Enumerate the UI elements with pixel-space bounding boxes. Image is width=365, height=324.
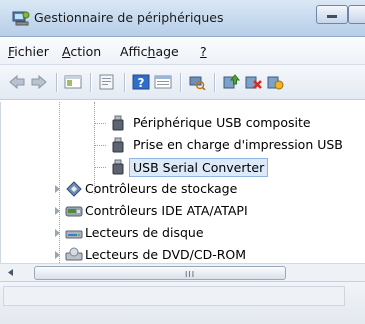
title-bar[interactable]: Gestionnaire de périphériques	[0, 0, 365, 37]
toolbar-separator	[124, 73, 125, 92]
menu-affichage-label: age	[155, 44, 179, 59]
toolbar-separator	[90, 73, 91, 92]
expand-arrow-icon[interactable]	[55, 185, 60, 193]
menu-fichier[interactable]: Fichier	[8, 44, 49, 59]
window-title: Gestionnaire de périphériques	[34, 10, 224, 25]
menu-action[interactable]: Action	[62, 44, 101, 59]
toolbar-separator	[214, 73, 215, 92]
tree-item-usb-print[interactable]: Prise en charge d'impression USB	[1, 135, 365, 155]
dvd-drive-icon	[65, 247, 83, 261]
device-manager-window: Gestionnaire de périphériques Fichier Ac…	[0, 0, 365, 324]
expand-arrow-icon[interactable]	[55, 251, 60, 259]
device-manager-app-icon	[12, 11, 30, 26]
scrollbar-grip: III	[185, 270, 196, 279]
svg-text:?: ?	[138, 76, 145, 90]
scrollbar-thumb[interactable]: III	[34, 266, 286, 280]
forward-icon[interactable]	[30, 74, 48, 90]
console-tree-icon[interactable]	[64, 74, 82, 90]
status-bar	[0, 281, 365, 324]
tree-item-storage-controllers[interactable]: Contrôleurs de stockage	[1, 179, 365, 199]
tree-item-label: Lecteurs de DVD/CD-ROM	[85, 247, 247, 262]
scan-hardware-icon[interactable]	[188, 74, 206, 90]
tree-item-label: Contrôleurs de stockage	[85, 181, 238, 196]
ide-controller-icon	[65, 206, 83, 217]
properties-icon[interactable]	[98, 74, 116, 90]
toolbar-separator	[180, 73, 181, 92]
tree-item-ide-controllers[interactable]: Contrôleurs IDE ATA/ATAPI	[1, 201, 365, 221]
menu-action-label: ction	[70, 44, 102, 59]
minimize-button[interactable]	[316, 5, 348, 24]
tree-item-usb-serial-converter[interactable]: USB Serial Converter	[1, 157, 365, 177]
tree-item-dvd-drives[interactable]: Lecteurs de DVD/CD-ROM	[1, 245, 365, 263]
expand-arrow-icon[interactable]	[55, 207, 60, 215]
usb-plug-icon	[112, 159, 124, 175]
tree-item-disk-drives[interactable]: Lecteurs de disque	[1, 223, 365, 243]
horizontal-scrollbar[interactable]: III	[0, 263, 365, 281]
expand-arrow-icon[interactable]	[55, 229, 60, 237]
maximize-button[interactable]	[348, 5, 365, 24]
tree-item-usb-composite[interactable]: Périphérique USB composite	[1, 113, 365, 133]
help-icon[interactable]: ?	[132, 74, 150, 90]
status-pane	[3, 286, 345, 306]
tree-item-label: Périphérique USB composite	[133, 115, 311, 130]
menu-fichier-label: ichier	[14, 44, 49, 59]
toolbar: ?	[0, 65, 365, 100]
show-hide-icon[interactable]	[154, 74, 172, 90]
back-icon[interactable]	[8, 74, 26, 90]
toolbar-separator	[56, 73, 57, 92]
update-driver-icon[interactable]	[222, 74, 240, 90]
uninstall-icon[interactable]	[244, 74, 262, 90]
menu-bar: Fichier Action Affichage ?	[0, 38, 365, 65]
disable-icon[interactable]	[266, 74, 284, 90]
scroll-left-arrow-icon[interactable]	[3, 266, 20, 279]
tree-item-label: Contrôleurs IDE ATA/ATAPI	[85, 203, 248, 218]
usb-plug-icon	[112, 137, 124, 153]
disk-drive-icon	[65, 230, 83, 239]
storage-controller-icon	[66, 181, 82, 197]
device-tree[interactable]: Périphérique USB composite Prise en char…	[0, 102, 365, 263]
usb-plug-icon	[112, 115, 124, 131]
menu-help[interactable]: ?	[200, 44, 207, 59]
menu-affichage-pre: Affic	[120, 44, 148, 59]
menu-affichage[interactable]: Affichage	[120, 44, 179, 59]
tree-item-label: Lecteurs de disque	[85, 225, 204, 240]
tree-item-label: USB Serial Converter	[129, 158, 269, 177]
tree-item-label: Prise en charge d'impression USB	[133, 137, 343, 152]
menu-help-accel: ?	[200, 44, 207, 59]
